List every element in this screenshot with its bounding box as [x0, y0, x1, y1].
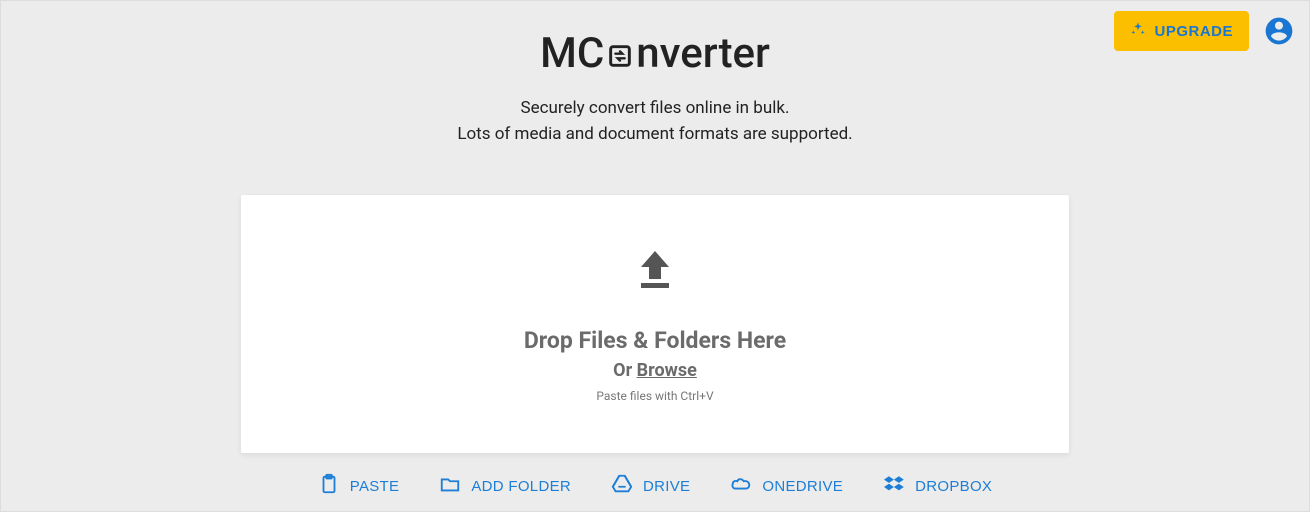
browse-link[interactable]: Browse — [637, 360, 697, 381]
google-drive-icon — [611, 473, 633, 499]
clipboard-icon — [318, 473, 340, 499]
drop-or-browse: Or Browse — [613, 360, 697, 381]
paste-hint: Paste files with Ctrl+V — [596, 389, 713, 403]
subtitle-line2: Lots of media and document formats are s… — [457, 122, 852, 148]
account-icon[interactable] — [1263, 15, 1295, 47]
upgrade-label: UPGRADE — [1154, 23, 1233, 40]
brand-prefix: MC — [540, 29, 604, 78]
add-folder-label: ADD FOLDER — [471, 478, 571, 495]
subtitle: Securely convert files online in bulk. L… — [457, 96, 852, 147]
upload-icon — [631, 245, 679, 297]
dropbox-label: DROPBOX — [915, 478, 992, 495]
action-bar: PASTE ADD FOLDER DRIVE — [318, 473, 992, 499]
drop-title: Drop Files & Folders Here — [524, 327, 786, 354]
or-text: Or — [613, 360, 636, 381]
brand-logo: MC nverter — [540, 29, 770, 78]
swap-icon — [606, 32, 634, 81]
drop-zone[interactable]: Drop Files & Folders Here Or Browse Past… — [241, 195, 1069, 453]
paste-button[interactable]: PASTE — [318, 473, 400, 499]
dropbox-button[interactable]: DROPBOX — [883, 473, 992, 499]
upgrade-button[interactable]: UPGRADE — [1114, 11, 1249, 51]
drive-button[interactable]: DRIVE — [611, 473, 690, 499]
folder-icon — [439, 473, 461, 499]
add-folder-button[interactable]: ADD FOLDER — [439, 473, 571, 499]
onedrive-label: ONEDRIVE — [762, 478, 843, 495]
drive-label: DRIVE — [643, 478, 690, 495]
onedrive-button[interactable]: ONEDRIVE — [730, 473, 843, 499]
paste-label: PASTE — [350, 478, 400, 495]
dropbox-icon — [883, 473, 905, 499]
sparkle-icon — [1130, 21, 1146, 41]
subtitle-line1: Securely convert files online in bulk. — [457, 96, 852, 122]
onedrive-icon — [730, 473, 752, 499]
brand-suffix: nverter — [636, 29, 770, 78]
